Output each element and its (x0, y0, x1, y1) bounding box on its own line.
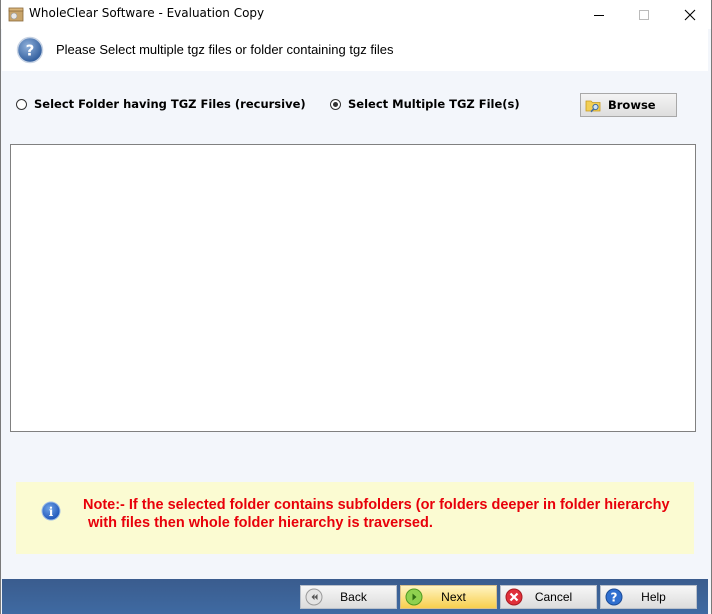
files-option-label: Select Multiple TGZ File(s) (348, 97, 520, 111)
close-button[interactable] (667, 0, 712, 29)
wizard-window: WholeClear Software - Evaluation Copy ? … (0, 0, 712, 614)
cancel-icon (505, 588, 523, 606)
help-icon: ? (605, 588, 623, 606)
next-button[interactable]: Next (400, 585, 497, 609)
instruction-text: Please Select multiple tgz files or fold… (56, 42, 394, 57)
next-label: Next (441, 590, 466, 604)
maximize-button[interactable] (621, 0, 667, 29)
svg-text:i: i (49, 505, 54, 519)
file-list[interactable] (10, 144, 696, 432)
browse-button[interactable]: Browse (580, 93, 677, 117)
note-line-1: Note:- If the selected folder contains s… (83, 497, 670, 513)
next-icon (405, 588, 423, 606)
maximize-icon (639, 9, 649, 20)
files-option[interactable]: Select Multiple TGZ File(s) (330, 97, 520, 111)
question-icon: ? (16, 36, 44, 64)
folder-search-icon (585, 100, 601, 112)
folder-option-radio[interactable] (16, 98, 27, 110)
window-title: WholeClear Software - Evaluation Copy (29, 6, 265, 20)
note-panel: i Note:- If the selected folder contains… (16, 482, 694, 554)
folder-option[interactable]: Select Folder having TGZ Files (recursiv… (16, 97, 306, 111)
close-icon (684, 9, 696, 20)
cancel-label: Cancel (534, 590, 573, 604)
back-label: Back (340, 590, 367, 604)
svg-text:?: ? (611, 591, 618, 605)
note-line-2: with files then whole folder hierarchy i… (88, 515, 433, 531)
back-icon (305, 588, 323, 606)
back-button[interactable]: Back (300, 585, 397, 609)
files-option-radio[interactable] (330, 98, 341, 110)
help-button[interactable]: ? Help (600, 585, 697, 609)
folder-option-label: Select Folder having TGZ Files (recursiv… (34, 97, 306, 111)
note-text: Note:- If the selected folder contains s… (83, 496, 695, 532)
browse-label: Browse (608, 98, 656, 112)
minimize-icon (594, 14, 604, 16)
help-label: Help (641, 590, 666, 604)
minimize-button[interactable] (576, 0, 622, 29)
footer-bar: Back Next Cancel ? Help (2, 579, 708, 614)
app-icon (8, 7, 24, 22)
instruction-header: ? Please Select multiple tgz files or fo… (2, 29, 708, 71)
cancel-button[interactable]: Cancel (500, 585, 597, 609)
title-bar: WholeClear Software - Evaluation Copy (1, 0, 711, 29)
svg-text:?: ? (26, 42, 35, 60)
info-icon: i (41, 501, 61, 521)
